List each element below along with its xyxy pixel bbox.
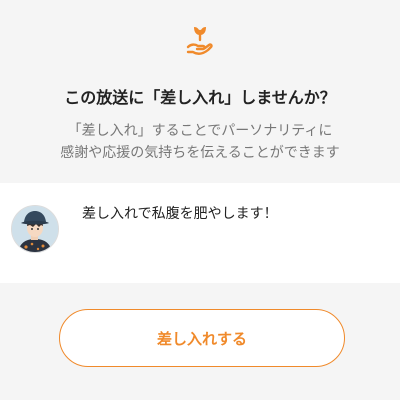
message-card: 差し入れで私腹を肥やします！: [0, 183, 400, 283]
message-text: 差し入れで私腹を肥やします！: [82, 206, 278, 222]
description-line-1: 「差し入れ」することでパーソナリティに: [67, 123, 333, 139]
description-line-2: 感謝や応援の気持ちを伝えることができます: [60, 145, 340, 161]
dialog-description: 「差し入れ」することでパーソナリティに 感謝や応援の気持ちを伝えることができます: [0, 120, 400, 164]
submit-sashiire-button[interactable]: 差し入れする: [59, 309, 345, 367]
action-section: 差し入れする: [0, 283, 400, 400]
gift-hand-icon: [185, 22, 215, 58]
header-section: この放送に「差し入れ」しませんか？ 「差し入れ」することでパーソナリティに 感謝…: [0, 0, 400, 183]
dialog-title: この放送に「差し入れ」しませんか？: [64, 88, 336, 107]
user-avatar: [11, 205, 59, 253]
